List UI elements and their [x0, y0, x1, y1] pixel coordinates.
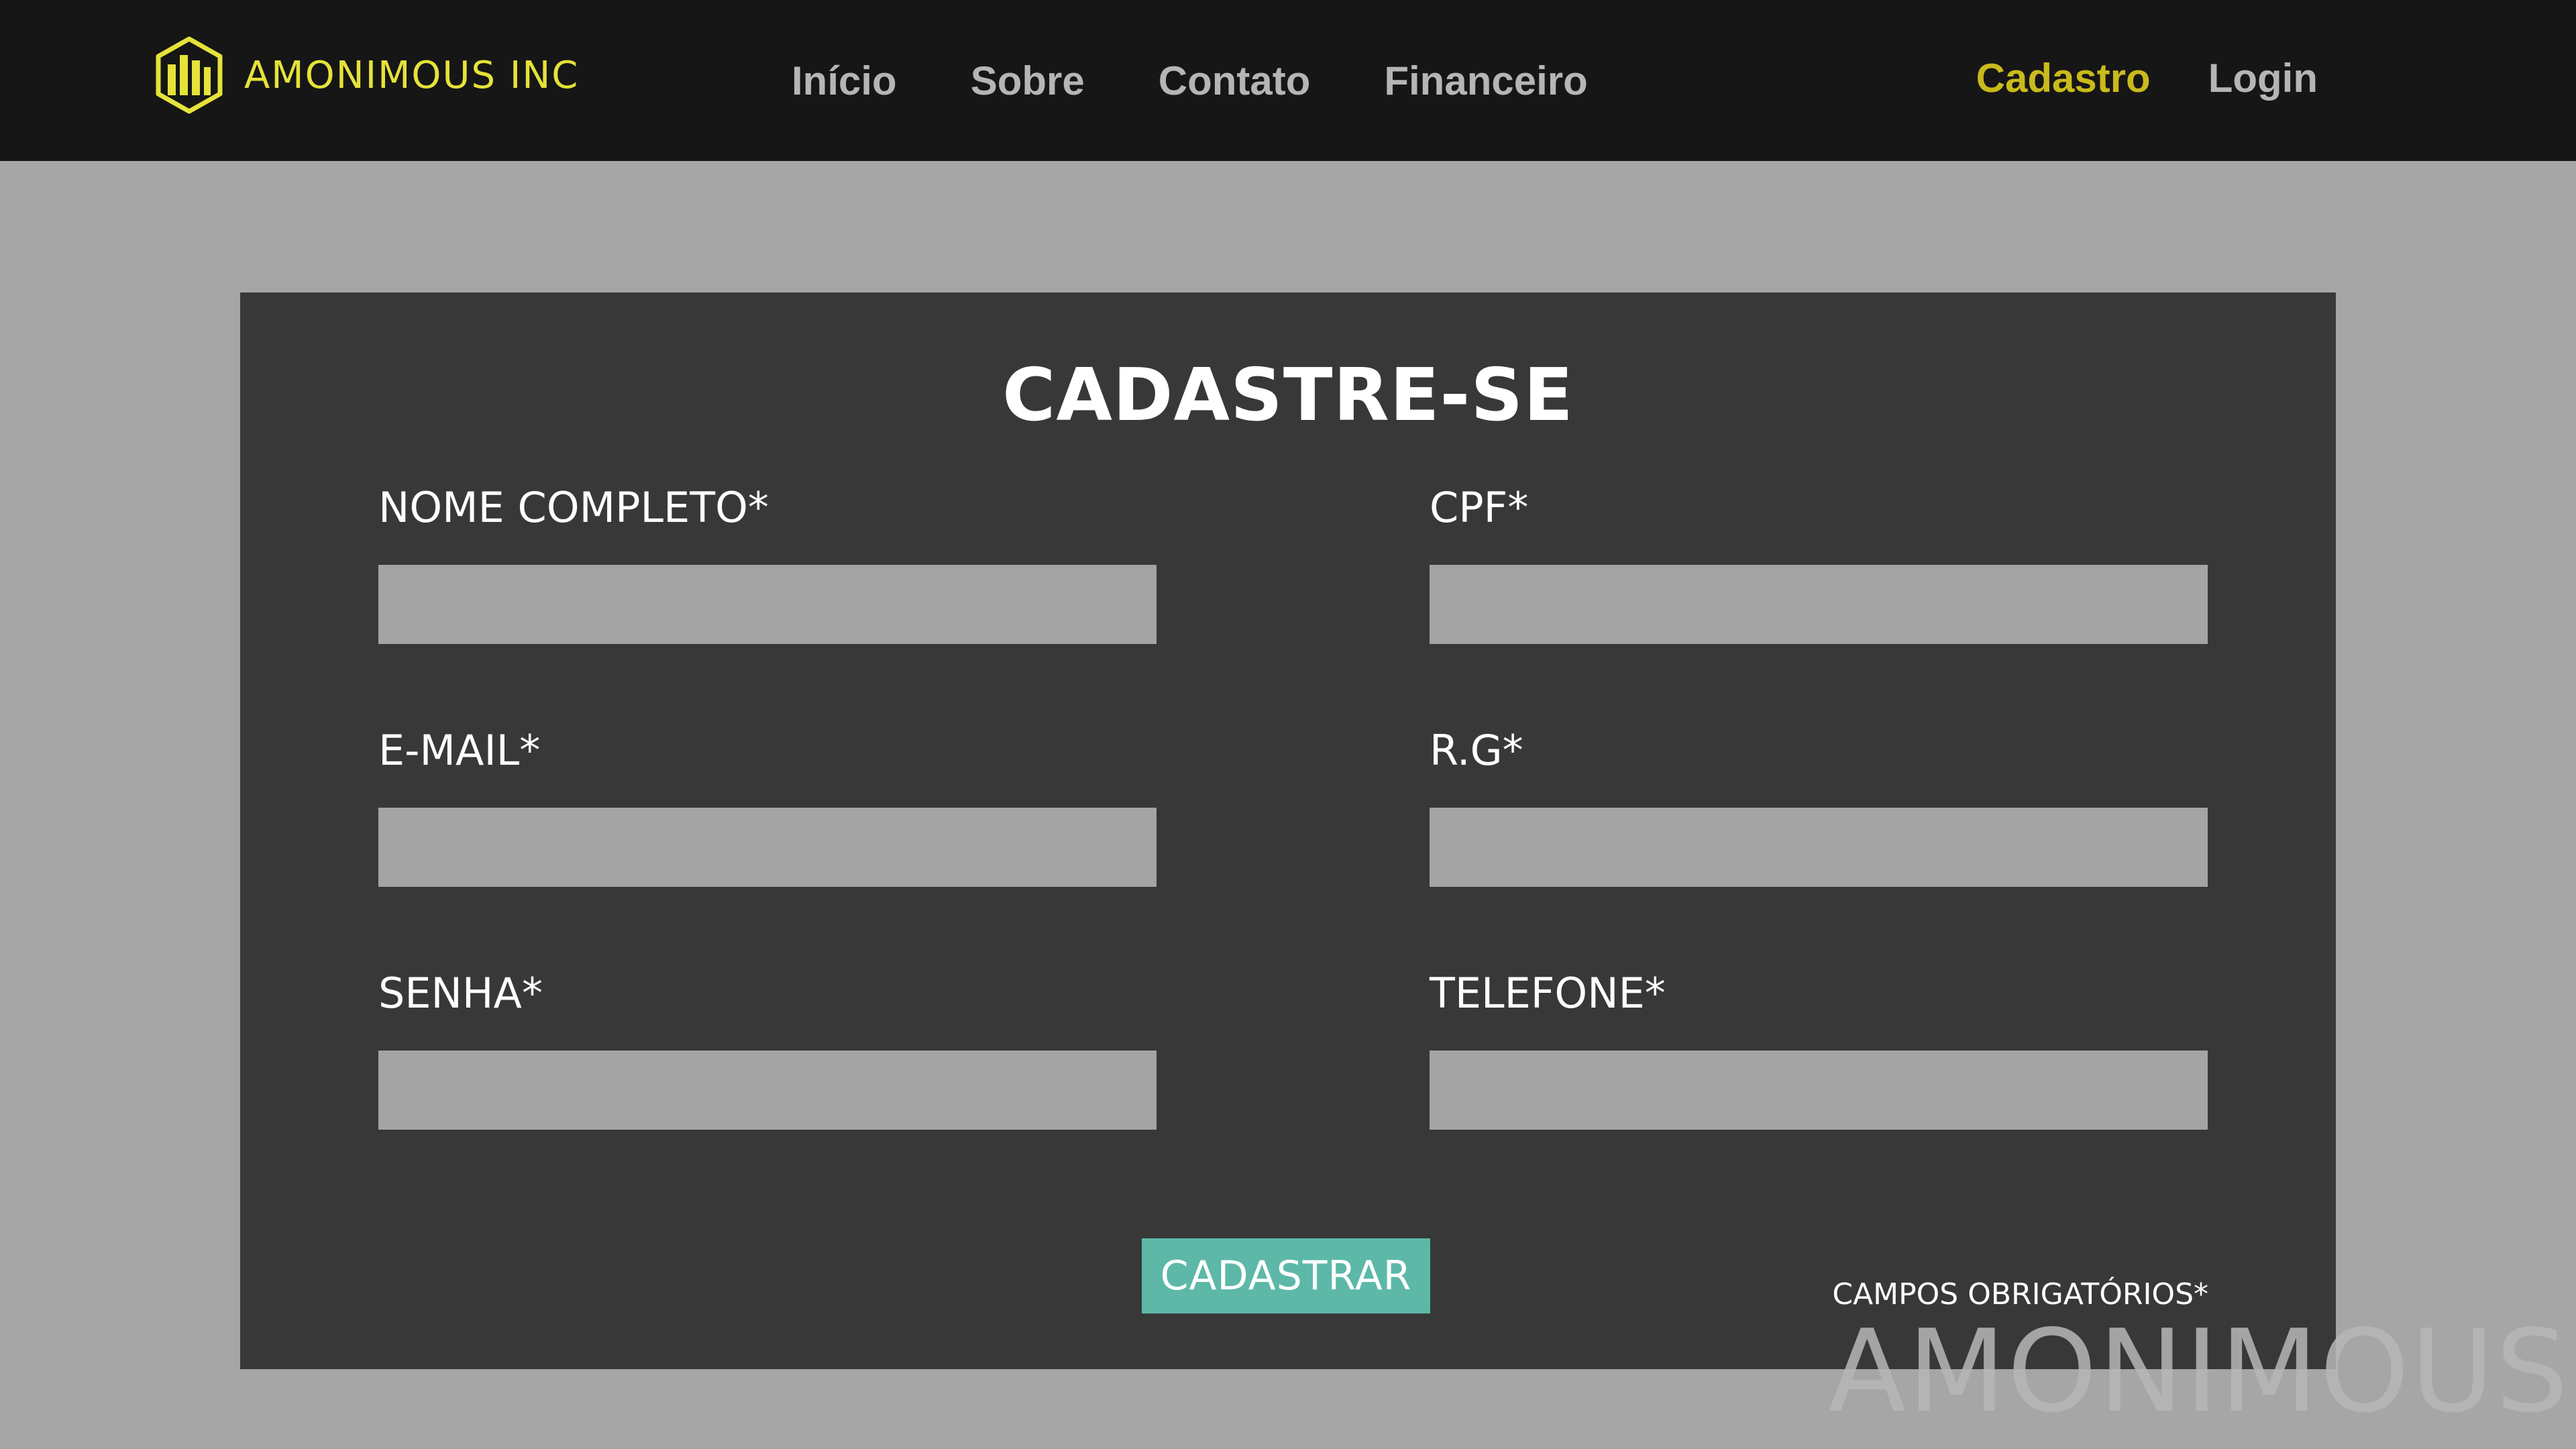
- cpf-label: CPF*: [1430, 483, 1529, 532]
- rg-label: R.G*: [1430, 726, 1523, 775]
- cpf-input[interactable]: [1430, 565, 2208, 644]
- nav-link-sobre[interactable]: Sobre: [971, 58, 1085, 104]
- nav-link-inicio[interactable]: Início: [792, 58, 897, 104]
- telefone-input[interactable]: [1430, 1051, 2208, 1130]
- page: AMONIMOUS INC Início Sobre Contato Finan…: [0, 0, 2576, 1449]
- auth-links: Cadastro Login: [1976, 0, 2318, 156]
- rg-input[interactable]: [1430, 808, 2208, 887]
- nome-completo-label: NOME COMPLETO*: [378, 483, 769, 532]
- email-label: E-MAIL*: [378, 726, 541, 775]
- signup-form-card: CADASTRE-SE NOME COMPLETO* CPF* E-MAIL* …: [240, 292, 2336, 1369]
- telefone-label: TELEFONE*: [1430, 969, 1666, 1018]
- cadastrar-button[interactable]: CADASTRAR: [1142, 1238, 1430, 1313]
- nav-link-financeiro[interactable]: Financeiro: [1384, 58, 1587, 104]
- watermark: AMONIMOUS: [1828, 1305, 2569, 1438]
- cadastro-link[interactable]: Cadastro: [1976, 55, 2151, 101]
- nome-completo-input[interactable]: [378, 565, 1157, 644]
- form-title: CADASTRE-SE: [1002, 354, 1574, 437]
- email-input[interactable]: [378, 808, 1157, 887]
- main-nav: Início Sobre Contato Financeiro: [792, 0, 1662, 161]
- brand-home-link[interactable]: AMONIMOUS INC: [154, 35, 579, 115]
- brand-name: AMONIMOUS INC: [244, 53, 580, 97]
- login-link[interactable]: Login: [2208, 55, 2318, 101]
- senha-input[interactable]: [378, 1051, 1157, 1130]
- senha-label: SENHA*: [378, 969, 543, 1018]
- nav-link-contato[interactable]: Contato: [1159, 58, 1311, 104]
- building-columns-hexagon-icon: [156, 36, 223, 114]
- top-navbar: AMONIMOUS INC Início Sobre Contato Finan…: [0, 0, 2576, 161]
